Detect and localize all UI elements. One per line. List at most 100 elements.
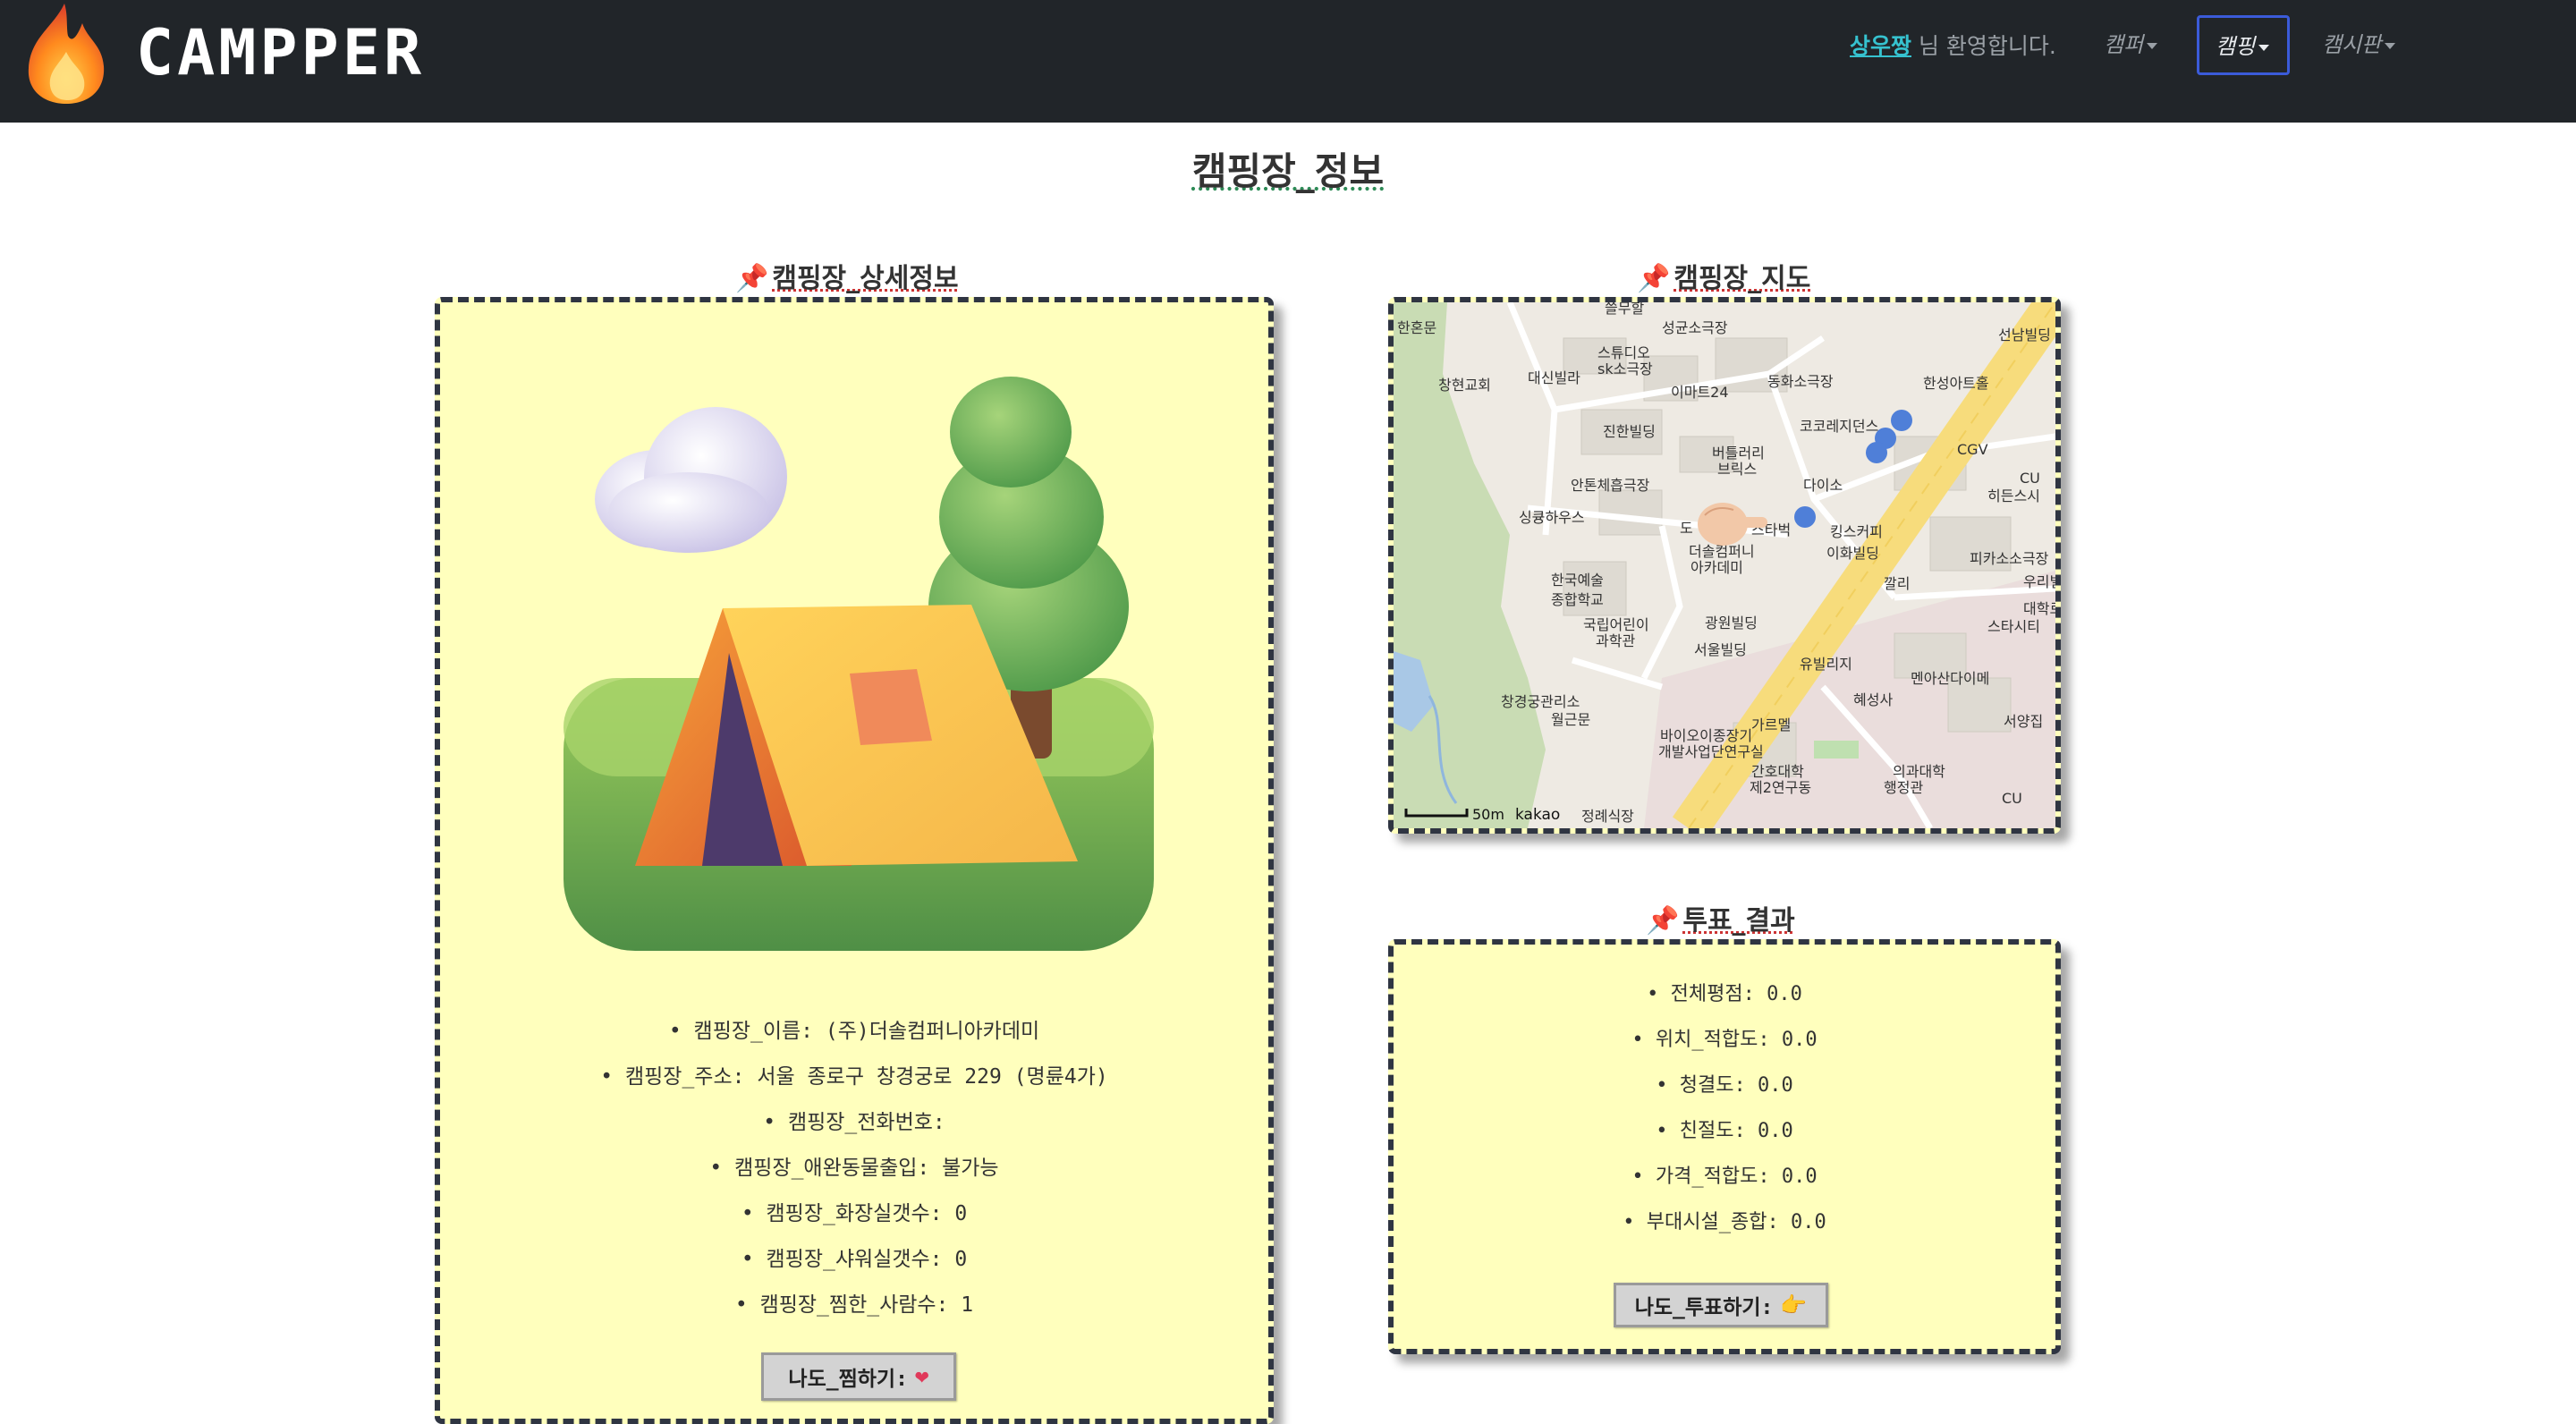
map-label: 대학로 [2023,600,2055,617]
map-label: 혜성사 [1853,691,1893,708]
map-label: 광원빌딩 [1705,615,1758,631]
pointing-hand-icon: 👉 [1780,1293,1808,1318]
map-label: 안톤체흡극장 [1571,477,1650,494]
nav-menu-camping[interactable]: 캠핑 [2197,15,2290,75]
camp-name: 캠핑장_이름: (주)더솔컴퍼니아카데미 [440,1009,1268,1055]
nav-menu-label: 캠시판 [2322,32,2382,57]
vote-facilities: 부대시설_종합: 0.0 [1394,1199,2055,1245]
map-label: CGV [1957,441,1988,458]
welcome-text: 님 환영합니다. [1918,33,2056,59]
map-label: 과학관 [1596,632,1635,649]
pushpin-icon: 📌 [735,263,769,294]
map-label: 진한빌딩 [1603,423,1656,440]
vote-section-label: 투표_결과 [1682,905,1795,937]
map-label: 유빌리지 [1800,656,1852,673]
map-label: CU [2020,470,2040,487]
camp-like-count: 캠핑장_찜한_사람수: 1 [440,1283,1268,1328]
vote-price: 가격_적합도: 0.0 [1394,1154,2055,1199]
camp-info-list: 캠핑장_이름: (주)더솔컴퍼니아카데미 캠핑장_주소: 서울 종로구 창경궁로… [440,1009,1268,1328]
vote-location: 위치_적합도: 0.0 [1394,1017,2055,1063]
map-provider: kakao [1515,806,1560,824]
caret-down-icon [2147,42,2158,49]
map-label: 히든스시 [1987,487,2040,504]
vote-kindness: 친절도: 0.0 [1394,1108,2055,1154]
vote-result-list: 전체평점: 0.0 위치_적합도: 0.0 청결도: 0.0 친절도: 0.0 … [1394,971,2055,1245]
map-label: 행정관 [1884,779,1923,796]
map-label: 가르멜 [1751,716,1791,733]
vote-button[interactable]: 나도_투표하기: 👉 [1614,1283,1828,1327]
map-label: CU [2002,790,2022,807]
map-label: 종합학교 [1551,591,1604,608]
flame-logo-icon [28,4,105,104]
map-label: 성균소극장 [1662,319,1728,336]
pushpin-icon: 📌 [1646,905,1680,937]
map-label: 한혼문 [1397,319,1436,336]
nav-menu-board[interactable]: 캠시판 [2322,27,2396,58]
map-label: 동화소극장 [1767,373,1834,390]
map-scale: 50m [1472,806,1504,823]
detail-section-label: 캠핑장_상세정보 [772,263,959,294]
map-label: 도 [1680,520,1693,537]
camp-toilet-count: 캠핑장_화장실갯수: 0 [440,1191,1268,1237]
detail-card: 캠핑장_이름: (주)더솔컴퍼니아카데미 캠핑장_주소: 서울 종로구 창경궁로… [435,297,1274,1424]
map-label: 제2연구동 [1750,779,1811,796]
vote-cleanliness: 청결도: 0.0 [1394,1063,2055,1108]
map-card: 쓸무할 성균소극장 선남빌딩 한혼문 창현교회 대신빌라 스튜디오 sk소극장 이마트24 동화소… [1388,297,2061,834]
map-label: 국립어린이 [1583,616,1649,633]
map-label: 깔리 [1884,575,1910,592]
pushpin-icon: 📌 [1637,263,1671,294]
camp-pet-access: 캠핑장_애완동물출입: 불가능 [440,1146,1268,1191]
map-label: 정례식장 [1581,808,1634,825]
map-label: 우리빌 [2023,573,2055,590]
page-title-text: 캠핑장_정보 [1191,149,1385,193]
map-section-label: 캠핑장_지도 [1674,263,1811,294]
brand-link[interactable]: CAMPPER [18,0,425,106]
map-label: 한국예술 [1551,572,1604,589]
map-label: 스타시티 [1987,618,2040,635]
map-label: 서양집 [2004,713,2043,730]
camp-phone: 캠핑장_전화번호: [440,1100,1268,1146]
welcome-message: 상우짱 님 환영합니다. [1850,29,2056,61]
navbar: CAMPPER 상우짱 님 환영합니다. 캠퍼 캠핑 캠시판 [0,0,2576,123]
caret-down-icon [2385,42,2396,49]
map-label: 버틀러리 [1712,445,1765,462]
like-button[interactable]: 나도_찜하기: ❤ [761,1352,956,1401]
page-title: 캠핑장_정보 [0,141,2576,196]
vote-card: 전체평점: 0.0 위치_적합도: 0.0 청결도: 0.0 친절도: 0.0 … [1388,939,2061,1354]
brand-name: CAMPPER [136,16,426,89]
map-label: sk소극장 [1597,360,1653,377]
vote-button-label: 나도_투표하기: [1634,1296,1774,1319]
caret-down-icon [2258,44,2270,51]
heart-icon: ❤ [914,1363,929,1390]
map-label: 의과대학 [1893,763,1945,780]
tent-tree-cloud-illustration [564,377,1154,951]
map-label: 창경궁관리소 [1501,693,1580,710]
kakao-map[interactable]: 쓸무할성균소극장 선남빌딩 한혼문창현교회 대신빌라 스튜디오sk소극장이마트24 동화소… [1394,302,2055,828]
detail-section-title: 📌 캠핑장_상세정보 [735,256,959,295]
map-label: 서울빌딩 [1694,641,1747,658]
map-label: 한성아트홀 [1923,375,1989,392]
nav-menu-label: 캠핑 [2216,34,2256,59]
map-label: 대신빌라 [1528,369,1580,386]
map-label: 선남빌딩 [1998,326,2051,343]
user-name-link[interactable]: 상우짱 [1850,33,1911,59]
map-label: 다이소 [1803,477,1843,494]
like-button-label: 나도_찜하기: [788,1368,908,1391]
nav-menu-camper[interactable]: 캠퍼 [2104,27,2158,58]
map-label: 간호대학 [1751,763,1804,780]
map-label: 아카데미 [1690,559,1743,576]
map-label: 브릭스 [1717,461,1757,478]
map-label: 멘아산다이메 [1911,670,1989,687]
map-label: 이화빌딩 [1826,545,1879,562]
camp-shower-count: 캠핑장_샤워실갯수: 0 [440,1237,1268,1283]
map-label: 킹스커피 [1830,523,1883,540]
map-label: 개발사업단연구실 [1658,743,1764,760]
nav-menu-label: 캠퍼 [2104,32,2144,57]
map-label: 창현교회 [1438,377,1491,394]
map-label: 코코레지던스 [1800,418,1878,435]
vote-overall: 전체평점: 0.0 [1394,971,2055,1017]
vote-section-title: 📌 투표_결과 [1646,898,1795,937]
camp-address: 캠핑장_주소: 서울 종로구 창경궁로 229 (명륜4가) [440,1055,1268,1100]
map-label: 바이오이종장기 [1660,727,1752,744]
map-label: 이마트24 [1671,384,1729,401]
